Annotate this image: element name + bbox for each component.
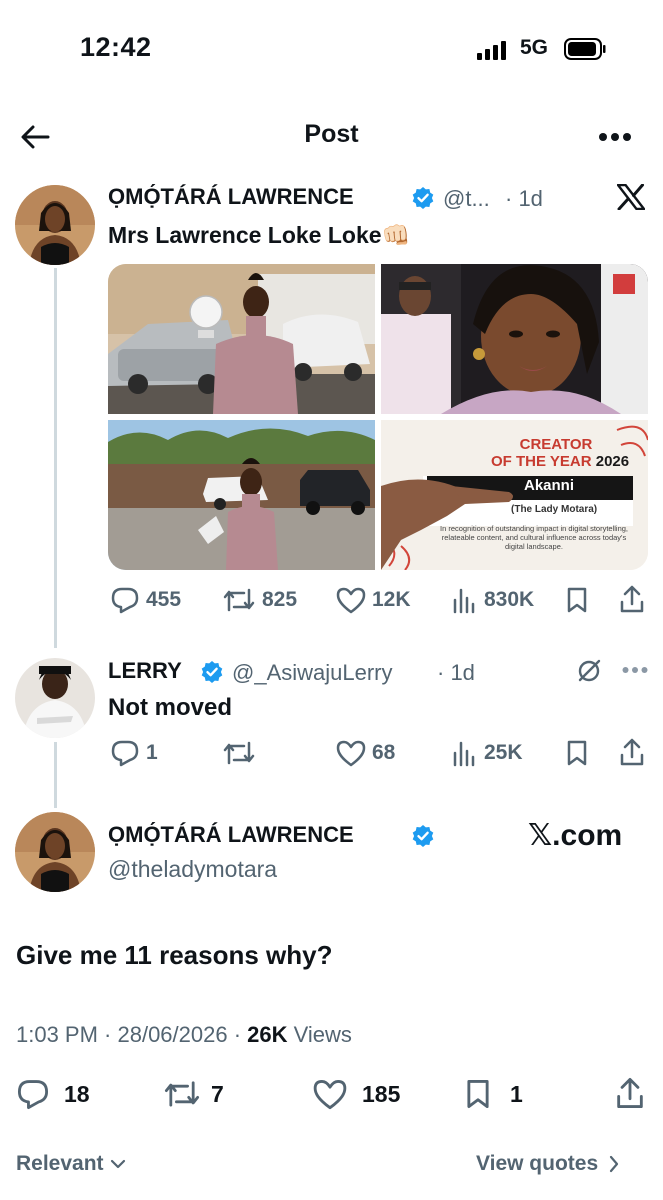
share-icon[interactable] xyxy=(620,584,644,614)
media-photo-2[interactable] xyxy=(381,264,648,414)
signal-icon xyxy=(477,40,507,60)
thread-line xyxy=(54,742,57,808)
repost-button[interactable] xyxy=(222,739,262,767)
x-logo-icon[interactable] xyxy=(617,184,645,210)
award-citation: In recognition of outstanding impact in … xyxy=(439,524,629,551)
reply-icon xyxy=(17,1080,49,1110)
post-age: · 1d xyxy=(437,660,475,685)
bookmark-icon[interactable] xyxy=(566,739,588,767)
award-recipient: Akanni xyxy=(524,477,575,494)
media-grid[interactable]: CREATOR OF THE YEAR 2026 Akanni (The Lad… xyxy=(108,264,648,570)
verified-badge-icon xyxy=(411,186,435,210)
heart-icon xyxy=(336,587,366,614)
timestamp: 1:03 PM · 28/06/2026 · xyxy=(16,1022,242,1047)
reply-button[interactable]: 1 xyxy=(110,739,158,767)
verified-badge-icon xyxy=(200,660,224,684)
author-name[interactable]: ỌMỌ́TÁRÁ LAWRENCE xyxy=(108,822,354,848)
award-year: 2026 xyxy=(595,453,630,470)
award-heading-line-2: OF THE YEAR xyxy=(491,453,592,470)
views-button[interactable]: 830K xyxy=(452,586,534,614)
grok-icon[interactable] xyxy=(576,658,602,684)
sort-label: Relevant xyxy=(16,1152,104,1175)
bookmark-button[interactable]: 1 xyxy=(464,1078,523,1110)
thread-line xyxy=(54,268,57,648)
bookmark-icon xyxy=(467,1080,489,1108)
post-text: Mrs Lawrence Loke Loke👊🏻 xyxy=(108,222,411,248)
reply-count: 455 xyxy=(146,588,182,611)
repost-count: 7 xyxy=(211,1080,224,1107)
post-text: Give me 11 reasons why? xyxy=(16,940,333,970)
views-count: 830K xyxy=(484,588,535,611)
battery-icon xyxy=(564,38,606,60)
network-type: 5G xyxy=(520,36,549,59)
repost-icon xyxy=(223,588,255,612)
like-button[interactable]: 68 xyxy=(336,739,395,767)
like-count: 185 xyxy=(362,1080,401,1107)
author-name[interactable]: ỌMỌ́TÁRÁ LAWRENCE xyxy=(108,184,354,210)
post-age: · 1d xyxy=(505,186,543,211)
repost-button[interactable]: 7 xyxy=(163,1078,224,1110)
like-count: 12K xyxy=(372,588,411,611)
repost-button[interactable]: 825 xyxy=(222,586,297,614)
view-quotes-link[interactable]: View quotes xyxy=(476,1152,620,1176)
author-handle[interactable]: @_AsiwajuLerry xyxy=(232,660,393,686)
share-icon[interactable] xyxy=(616,1076,644,1110)
award-heading: CREATOR OF THE YEAR 2026 xyxy=(491,436,629,470)
view-quotes-label: View quotes xyxy=(476,1152,599,1175)
repost-count: 825 xyxy=(262,588,298,611)
chevron-right-icon xyxy=(610,1155,619,1173)
repost-icon xyxy=(164,1081,200,1107)
award-recipient-alias: (The Lady Motara) xyxy=(511,504,598,515)
author-name[interactable]: LERRY xyxy=(108,658,182,684)
views-label: Views xyxy=(293,1022,352,1047)
x-watermark: 𝕏.com xyxy=(528,819,623,852)
views-icon xyxy=(453,588,475,614)
sort-dropdown[interactable]: Relevant xyxy=(16,1152,126,1176)
reply-count: 1 xyxy=(146,741,158,764)
views-total: 26K xyxy=(247,1022,288,1047)
views-count: 25K xyxy=(484,741,523,764)
like-button[interactable]: 185 xyxy=(312,1078,400,1110)
media-photo-3[interactable] xyxy=(108,420,375,570)
repost-icon xyxy=(223,741,255,765)
reply-count: 18 xyxy=(64,1080,90,1107)
like-count: 68 xyxy=(372,741,396,764)
post-text: Not moved xyxy=(108,694,233,721)
more-options-icon[interactable] xyxy=(598,132,632,142)
author-handle[interactable]: @theladymotara xyxy=(108,856,277,883)
like-button[interactable]: 12K xyxy=(336,586,411,614)
more-options-icon[interactable] xyxy=(622,666,648,674)
bookmark-count: 1 xyxy=(510,1080,523,1107)
verified-badge-icon xyxy=(411,824,435,848)
media-photo-1[interactable] xyxy=(108,264,375,414)
media-photo-4[interactable]: CREATOR OF THE YEAR 2026 Akanni (The Lad… xyxy=(381,420,648,570)
page-title: Post xyxy=(304,120,359,148)
heart-icon xyxy=(313,1080,347,1110)
bookmark-icon[interactable] xyxy=(566,586,588,614)
reply-icon xyxy=(111,587,139,614)
post-meta: 1:03 PM · 28/06/2026 · 26K Views xyxy=(16,1022,352,1048)
reply-button[interactable]: 18 xyxy=(16,1078,90,1110)
avatar[interactable] xyxy=(15,658,95,738)
status-time: 12:42 xyxy=(80,32,152,62)
chevron-down-icon xyxy=(110,1159,125,1169)
reply-icon xyxy=(111,740,139,767)
share-icon[interactable] xyxy=(620,737,644,767)
reply-button[interactable]: 455 xyxy=(110,586,181,614)
avatar[interactable] xyxy=(15,812,95,892)
views-icon xyxy=(453,741,475,767)
author-handle[interactable]: @t... xyxy=(443,186,490,212)
heart-icon xyxy=(336,740,366,767)
views-button[interactable]: 25K xyxy=(452,739,523,767)
avatar[interactable] xyxy=(15,185,95,265)
award-heading-line-1: CREATOR xyxy=(519,436,593,453)
